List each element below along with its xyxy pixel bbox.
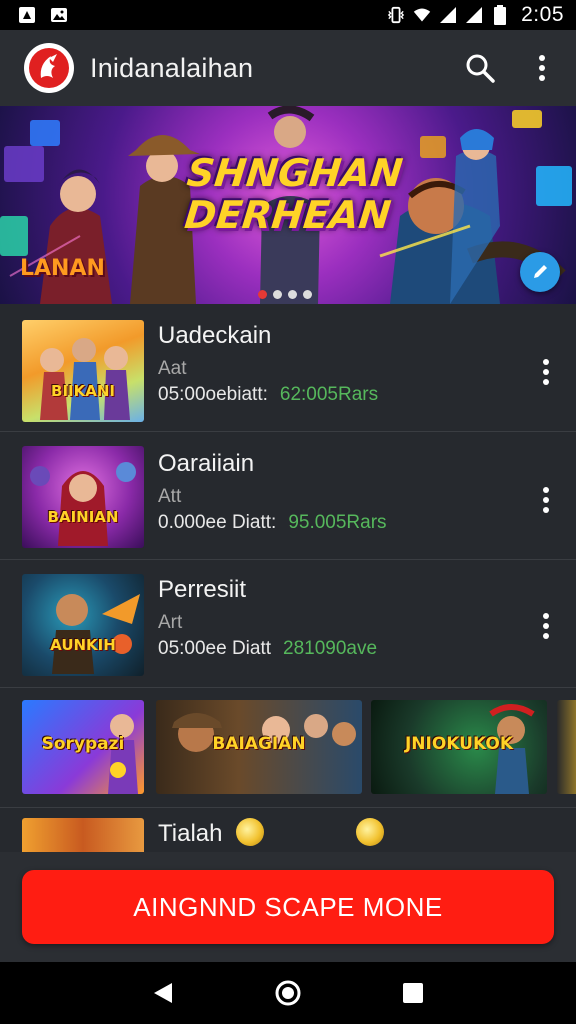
item-meta-label: 05:00ee Diatt: [158, 638, 272, 659]
item-thumbnail: [22, 818, 144, 852]
banner-title-line1: SHNGHAN: [184, 151, 405, 195]
status-bar: 2:05: [0, 0, 576, 30]
thumbnail-caption: AUNKIH: [50, 636, 116, 654]
item-subtitle: Art: [158, 612, 183, 633]
item-title: Uadeckain: [158, 322, 272, 349]
item-meta: 05:00ee Diatt 281090ave: [158, 638, 377, 660]
item-more-icon[interactable]: [530, 480, 562, 520]
app-title: Inidanalaihan: [90, 52, 254, 83]
pencil-icon: [534, 265, 547, 278]
back-icon[interactable]: [143, 973, 183, 1013]
item-meta: 0.000ee Diatt: 95.005Rars: [158, 512, 387, 534]
coin-icon: [356, 818, 384, 846]
notification-app-icon: [18, 6, 36, 24]
strip-card-partial[interactable]: [557, 700, 576, 794]
strip-card[interactable]: JNIOKUKOK: [371, 700, 547, 794]
list-item[interactable]: BIIKANI Uadeckain Aat 05:00oebiatt: 62:00…: [0, 304, 576, 432]
app-logo[interactable]: [24, 43, 74, 93]
banner-pagination: [258, 290, 312, 299]
item-thumbnail: BAINIAN: [22, 446, 144, 548]
clock: 2:05: [521, 3, 564, 26]
banner-title: SHNGHAN DERHEAN: [181, 151, 405, 237]
strip-card-caption: JNIOKUKOK: [404, 734, 514, 754]
item-title: Oaraiiain: [158, 450, 255, 477]
signal-icon: [439, 6, 457, 24]
item-title: Perresiit: [158, 576, 247, 603]
pagination-dot[interactable]: [288, 290, 297, 299]
banner-corner-logo: LANAN: [20, 256, 105, 281]
item-meta-label: 05:00oebiatt:: [158, 384, 268, 405]
signal-secondary-icon: [465, 6, 483, 24]
item-stat: 281090ave: [283, 638, 378, 659]
app-screen: 2:05 Inidanalaihan SHNGHAN DERHEAN LANAN…: [0, 0, 576, 1024]
home-icon[interactable]: [268, 973, 308, 1013]
vibrate-icon: [387, 6, 405, 24]
primary-action-button[interactable]: AINGNND SCAPE MONE: [22, 870, 554, 944]
pagination-dot[interactable]: [303, 290, 312, 299]
strip-card-caption: BAIAGIAN: [212, 734, 306, 754]
item-meta: 05:00oebiatt: 62:005Rars: [158, 384, 378, 406]
edit-fab-button[interactable]: [520, 252, 560, 292]
featured-banner[interactable]: SHNGHAN DERHEAN LANAN: [0, 106, 576, 304]
banner-title-line2: DERHEAN: [182, 193, 393, 237]
item-thumbnail: BIIKANI: [22, 320, 144, 422]
notification-image-icon: [50, 6, 68, 24]
system-nav-bar: [0, 962, 576, 1024]
search-icon[interactable]: [462, 50, 498, 86]
list-item-partial[interactable]: Tialah: [0, 812, 576, 852]
strip-card[interactable]: Sorypazi: [22, 700, 144, 794]
item-subtitle: Att: [158, 486, 182, 507]
list-item[interactable]: BAINIAN Oaraiiain Att 0.000ee Diatt: 95.0…: [0, 432, 576, 560]
bottom-action-panel: AINGNND SCAPE MONE: [0, 852, 576, 962]
item-title: Tialah: [158, 820, 223, 847]
overflow-menu-icon[interactable]: [524, 50, 560, 86]
strip-card-caption: Sorypazi: [41, 734, 125, 754]
item-more-icon[interactable]: [530, 606, 562, 646]
recents-icon[interactable]: [393, 973, 433, 1013]
game-list: BIIKANI Uadeckain Aat 05:00oebiatt: 62:00…: [0, 304, 576, 688]
battery-icon: [491, 5, 509, 25]
pagination-dot-active[interactable]: [258, 290, 267, 299]
strip-card[interactable]: BAIAGIAN: [156, 700, 362, 794]
item-thumbnail: AUNKIH: [22, 574, 144, 676]
item-stat: 95.005Rars: [288, 512, 387, 533]
app-bar: Inidanalaihan: [0, 30, 576, 106]
list-item[interactable]: AUNKIH Perresiit Art 05:00ee Diatt 281090…: [0, 560, 576, 688]
thumbnail-caption: BIIKANI: [51, 382, 115, 400]
featured-strip: Sorypazi BAIAGIAN JNIOKUKOK: [0, 690, 576, 808]
item-meta-label: 0.000ee Diatt:: [158, 512, 277, 533]
thumbnail-caption: BAINIAN: [47, 508, 119, 526]
item-subtitle: Aat: [158, 358, 187, 379]
item-more-icon[interactable]: [530, 352, 562, 392]
pagination-dot[interactable]: [273, 290, 282, 299]
item-stat: 62:005Rars: [279, 384, 379, 405]
wifi-icon: [413, 6, 431, 24]
coin-icon: [236, 818, 264, 846]
